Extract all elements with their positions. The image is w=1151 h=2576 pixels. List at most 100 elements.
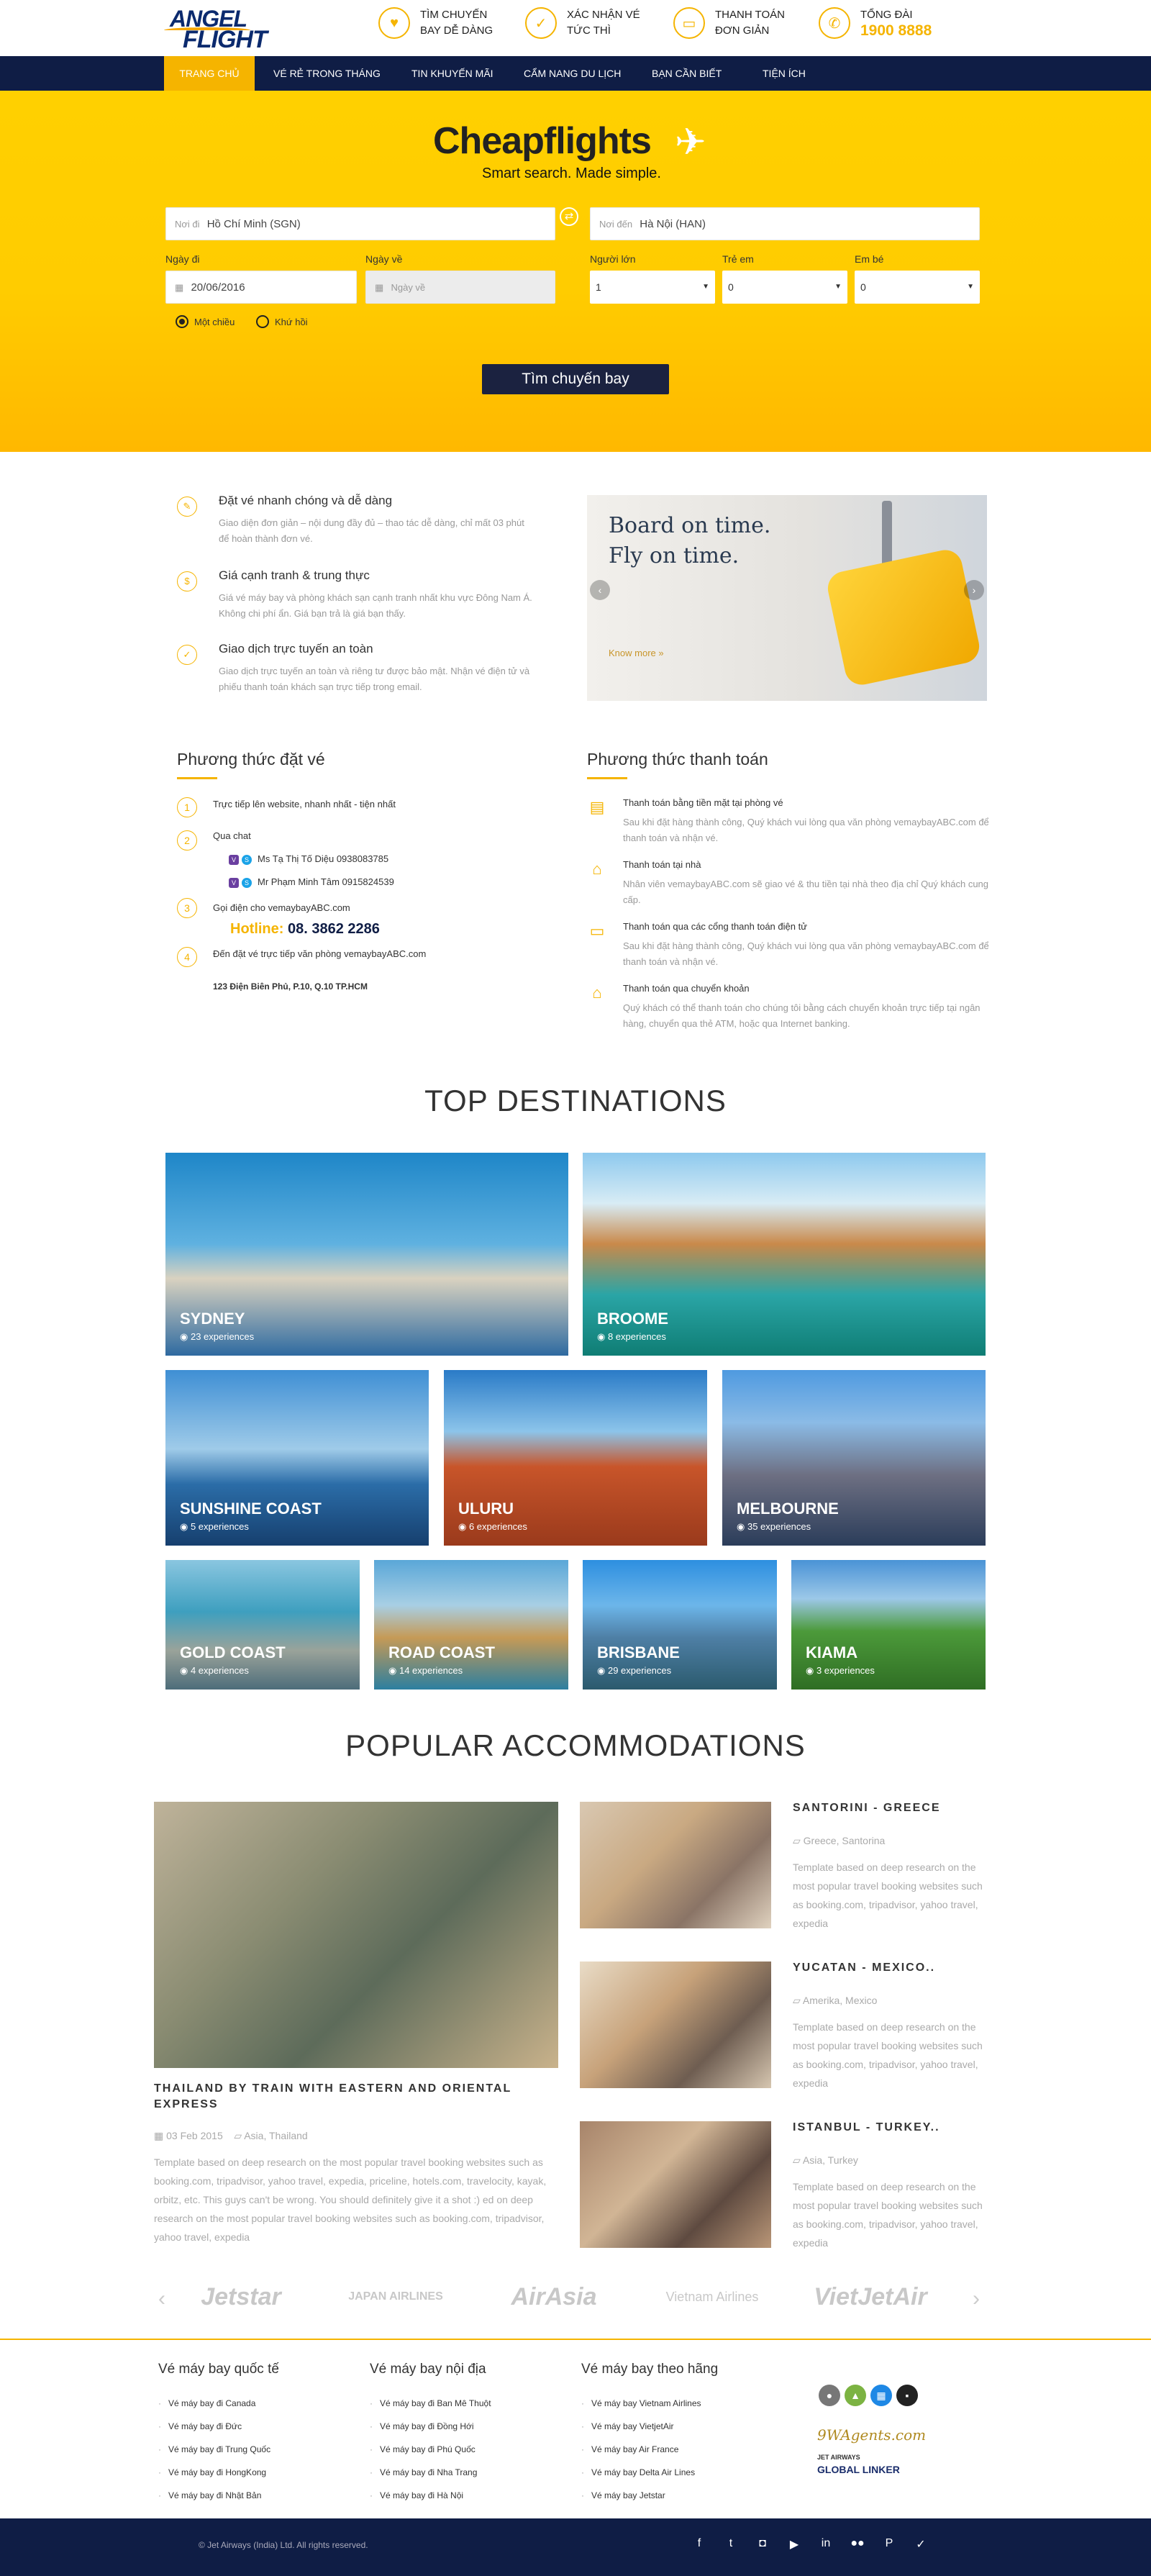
destination-sunshine-coast[interactable]: SUNSHINE COAST ◉ 5 experiences [165,1370,429,1546]
adult-select[interactable]: 1 ▼ [590,271,715,304]
section-underline [177,777,217,779]
footer-link[interactable]: Vé máy bay đi HongKong [158,2461,279,2484]
partner-jal[interactable]: JAPAN AIRLINES [331,2275,460,2318]
footer-link[interactable]: Vé máy bay đi Ban Mê Thuột [370,2392,491,2415]
partner-vietnam-airlines[interactable]: Vietnam Airlines [647,2275,777,2318]
twitter-icon[interactable]: t [721,2537,741,2550]
destination-melbourne[interactable]: MELBOURNE ◉ 35 experiences [722,1370,986,1546]
return-date-field[interactable]: ▦ Ngày về [365,271,555,304]
nav-need-to-know[interactable]: BẠN CẦN BIẾT [639,56,734,91]
footer-link[interactable]: Vé máy bay Jetstar [581,2484,718,2507]
footer-link[interactable]: Vé máy bay VietjetAir [581,2415,718,2438]
side-post-image[interactable] [580,1962,771,2088]
feature-post-title[interactable]: THAILAND BY TRAIN WITH EASTERN AND ORIEN… [154,2081,542,2113]
footer-link[interactable]: Vé máy bay Vietnam Airlines [581,2392,718,2415]
promo-banner[interactable]: Board on time. Fly on time. Know more » ‹… [587,495,987,701]
payment-item-title: Thanh toán tại nhà [623,859,701,870]
hotline-value: 08. 3862 2286 [288,921,380,937]
banner-more-link[interactable]: Know more » [609,648,664,658]
side-post-title[interactable]: YUCATAN - MEXICO.. [793,1962,935,1974]
destination-sydney[interactable]: SYDNEY ◉ 23 experiences [165,1153,568,1356]
android-icon[interactable]: ▲ [845,2385,866,2406]
destination-broome[interactable]: BROOME ◉ 8 experiences [583,1153,986,1356]
nav-travel-guide[interactable]: CẨM NANG DU LỊCH [511,56,634,91]
apple-store-icon[interactable]: ● [819,2385,840,2406]
destination-name: SUNSHINE COAST [180,1500,322,1518]
nav-promotions[interactable]: TIN KHUYẾN MÃI [399,56,506,91]
destination-experiences: ◉ 3 experiences [806,1665,875,1676]
footer-link[interactable]: Vé máy bay đi Đức [158,2415,279,2438]
feature-line2: BAY DỄ DÀNG [420,24,493,37]
side-post-image[interactable] [580,1802,771,1928]
windows-icon[interactable]: ▦ [870,2385,892,2406]
payment-item-desc: Sau khi đặt hàng thành công, Quý khách v… [623,817,989,843]
side-post-desc: Template based on deep research on the m… [793,2021,983,2089]
destination-kiama[interactable]: KIAMA ◉ 3 experiences [791,1560,986,1690]
feature-hotline[interactable]: ✆ TỔNG ĐÀI 1900 8888 [819,7,940,46]
roundtrip-radio[interactable]: Khứ hồi [256,315,308,328]
nav-cheap-tickets[interactable]: VÉ RẺ TRONG THÁNG [260,56,393,91]
pinterest-icon[interactable]: P [879,2537,899,2550]
facebook-icon[interactable]: f [689,2537,709,2550]
to-value: Hà Nội (HAN) [640,218,706,230]
agents-brand[interactable]: 9WAgents.com [817,2426,926,2444]
viber-icon: V [229,878,239,888]
oneway-radio[interactable]: Một chiều [176,315,235,328]
destination-name: ULURU [458,1500,514,1518]
side-post-title[interactable]: SANTORINI - GREECE [793,1802,941,1815]
footer-link[interactable]: Vé máy bay đi Nhật Bản [158,2484,279,2507]
footer-link[interactable]: Vé máy bay Air France [581,2438,718,2461]
from-field[interactable]: Nơi đi Hồ Chí Minh (SGN) [165,207,555,240]
side-post-image[interactable] [580,2121,771,2248]
nav-home[interactable]: TRANG CHỦ [164,56,255,91]
footer-link[interactable]: Vé máy bay đi Nha Trang [370,2461,491,2484]
footer-col-title: Vé máy bay quốc tế [158,2362,279,2377]
child-select[interactable]: 0 ▼ [722,271,847,304]
hotline[interactable]: Hotline: 08. 3862 2286 [230,921,380,938]
destination-experiences: ◉ 5 experiences [180,1521,249,1532]
globalinker-logo[interactable]: GLOBAL LINKER [817,2464,900,2475]
banner-prev-arrow[interactable]: ‹ [590,580,610,600]
destination-brisbane[interactable]: BRISBANE ◉ 29 experiences [583,1560,777,1690]
nav-utilities[interactable]: TIỆN ÍCH [750,56,819,91]
flickr-icon[interactable]: ●● [847,2537,868,2550]
footer-link[interactable]: Vé máy bay đi Phú Quốc [370,2438,491,2461]
feature-post-image[interactable] [154,1802,558,2068]
hotline-number[interactable]: 1900 8888 [860,23,940,39]
site-logo[interactable]: ANGEL FLIGHT [164,1,272,53]
footer-link[interactable]: Vé máy bay đi Trung Quốc [158,2438,279,2461]
youtube-icon[interactable]: ▶ [784,2537,804,2552]
depart-date-field[interactable]: ▦ 20/06/2016 [165,271,357,304]
swap-icon[interactable]: ⇄ [560,207,578,226]
infant-select[interactable]: 0 ▼ [855,271,980,304]
banner-next-arrow[interactable]: › [964,580,984,600]
to-field[interactable]: Nơi đến Hà Nội (HAN) [590,207,980,240]
destination-road-coast[interactable]: ROAD COAST ◉ 14 experiences [374,1560,568,1690]
experiences-count: 5 experiences [190,1521,249,1532]
map-icon: ▱ [793,1835,801,1846]
agent-1[interactable]: V S Ms Tạ Thị Tố Diệu 0938083785 [229,853,388,865]
destination-gold-coast[interactable]: GOLD COAST ◉ 4 experiences [165,1560,360,1690]
depart-label: Ngày đi [165,253,200,265]
footer-col-title: Vé máy bay theo hãng [581,2362,719,2377]
partners-next-arrow[interactable]: › [973,2287,980,2311]
footer-link[interactable]: Vé máy bay đi Hà Nội [370,2484,491,2507]
foursquare-icon[interactable]: ✓ [911,2537,931,2552]
linkedin-icon[interactable]: in [816,2537,836,2550]
agent-2[interactable]: V S Mr Phạm Minh Tâm 0915824539 [229,876,394,888]
feature-find-flight: ♥ TÌM CHUYẾN BAY DỄ DÀNG [378,7,499,46]
blackberry-icon[interactable]: ▪ [896,2385,918,2406]
side-post-title[interactable]: ISTANBUL - TURKEY.. [793,2121,940,2134]
partner-airasia[interactable]: AirAsia [496,2275,611,2318]
partners-prev-arrow[interactable]: ‹ [158,2287,165,2311]
destination-uluru[interactable]: ULURU ◉ 6 experiences [444,1370,707,1546]
partner-jetstar[interactable]: Jetstar [180,2275,302,2318]
feature-line1: XÁC NHẬN VÉ [567,9,640,21]
footer-link[interactable]: Vé máy bay Delta Air Lines [581,2461,718,2484]
search-flights-button[interactable]: Tìm chuyến bay [482,364,669,394]
footer-link[interactable]: Vé máy bay đi Đồng Hới [370,2415,491,2438]
skype-icon: S [242,878,252,888]
footer-link[interactable]: Vé máy bay đi Canada [158,2392,279,2415]
partner-vietjet[interactable]: VietJetAir [806,2275,935,2318]
instagram-icon[interactable]: ◘ [752,2537,773,2550]
